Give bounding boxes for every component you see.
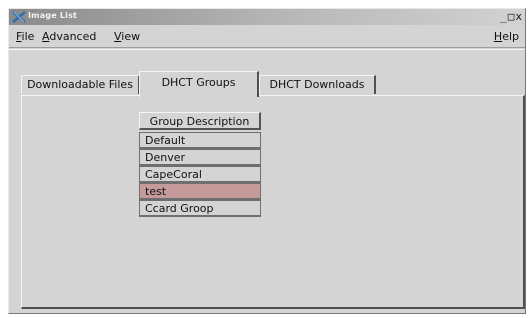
image-list-window: Image List _□x File Advanced View Help D… xyxy=(8,8,526,314)
minimize-button[interactable]: _ xyxy=(500,10,508,23)
menu-file[interactable]: File xyxy=(16,30,34,43)
title-bar[interactable]: Image List _□x xyxy=(9,9,525,25)
tab-label: DHCT Groups xyxy=(161,76,236,89)
group-row-capecoral[interactable]: CapeCoral xyxy=(139,166,261,183)
tab-downloadable-files[interactable]: Downloadable Files xyxy=(21,75,140,94)
menu-bar: File Advanced View Help xyxy=(9,27,525,48)
close-button[interactable]: x xyxy=(515,10,523,23)
group-row-ccard-groop[interactable]: Ccard Groop xyxy=(139,200,261,217)
window-controls: _□x xyxy=(500,10,523,24)
menu-advanced[interactable]: Advanced xyxy=(42,30,96,43)
group-row-default[interactable]: Default xyxy=(139,132,261,149)
tab-dhct-groups[interactable]: DHCT Groups xyxy=(139,71,259,97)
menu-divider xyxy=(9,49,525,50)
app-icon xyxy=(12,11,26,23)
tab-panel xyxy=(21,95,525,309)
tab-label: Downloadable Files xyxy=(27,78,133,91)
group-row-test[interactable]: test xyxy=(139,183,261,200)
tab-dhct-downloads[interactable]: DHCT Downloads xyxy=(259,75,376,94)
window-title: Image List xyxy=(28,11,78,20)
group-table: Group Description Default Denver CapeCor… xyxy=(139,112,261,217)
tab-label: DHCT Downloads xyxy=(269,78,365,91)
maximize-button[interactable]: □ xyxy=(508,10,516,23)
menu-view[interactable]: View xyxy=(114,30,140,43)
menu-help[interactable]: Help xyxy=(494,30,519,43)
group-row-denver[interactable]: Denver xyxy=(139,149,261,166)
group-description-header[interactable]: Group Description xyxy=(139,112,261,130)
